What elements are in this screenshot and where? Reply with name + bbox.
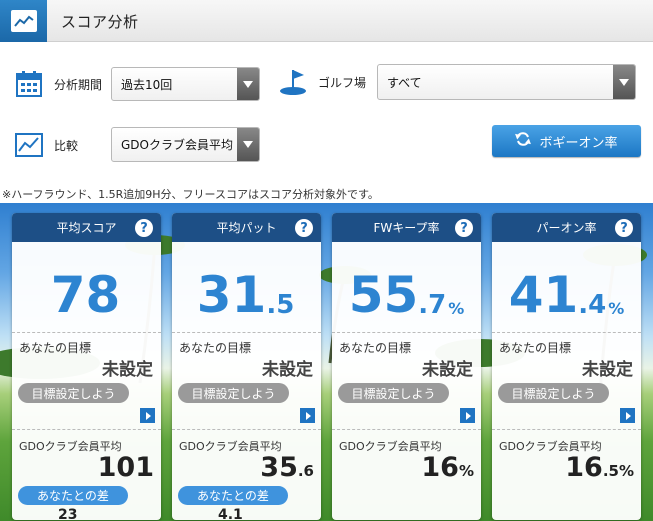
main-value-int: 78 xyxy=(50,266,121,324)
chevron-down-icon xyxy=(237,68,259,100)
card-header: FWキープ率 ? xyxy=(332,213,481,242)
member-average-value: 16.5% xyxy=(565,452,634,483)
bogey-on-rate-button[interactable]: ボギーオン率 xyxy=(492,125,641,157)
card-title: 平均スコア xyxy=(56,221,117,235)
member-average-value: 16% xyxy=(421,452,474,483)
main-value-int: 55 xyxy=(348,266,419,324)
stat-card-par-on-rate: パーオン率 ? 41.4% あなたの目標 未設定 目標設定しよう GDOクラブ会… xyxy=(492,213,641,520)
goal-label: あなたの目標 xyxy=(179,341,252,355)
member-average-value: 101 xyxy=(97,452,154,483)
set-goal-button[interactable]: 目標設定しよう xyxy=(178,383,289,403)
main-value: 41.4% xyxy=(492,242,641,332)
goal-label: あなたの目標 xyxy=(339,341,412,355)
member-average-section: GDOクラブ会員平均 101 あなたとの差 23 xyxy=(12,429,161,520)
main-value-dec: .7 xyxy=(418,290,447,320)
chart-line-icon xyxy=(0,0,47,42)
exclusion-note: ※ハーフラウンド、1.5R追加9H分、フリースコアはスコア分析対象外です。 xyxy=(2,188,379,201)
chevron-right-icon[interactable] xyxy=(460,408,475,423)
compare-select[interactable]: GDOクラブ会員平均 xyxy=(111,127,260,162)
goal-section: あなたの目標 未設定 目標設定しよう xyxy=(492,332,641,429)
period-filter: 分析期間 xyxy=(14,69,102,99)
chevron-right-icon[interactable] xyxy=(620,408,635,423)
period-label: 分析期間 xyxy=(54,77,103,92)
goal-label: あなたの目標 xyxy=(499,341,572,355)
chevron-right-icon[interactable] xyxy=(300,408,315,423)
difference-value: 23 xyxy=(58,507,78,520)
card-header: 平均パット ? xyxy=(172,213,321,242)
page-title: スコア分析 xyxy=(61,13,139,31)
help-icon[interactable]: ? xyxy=(295,219,313,237)
goal-section: あなたの目標 未設定 目標設定しよう xyxy=(332,332,481,429)
goal-value: 未設定 xyxy=(102,360,153,380)
goal-section: あなたの目標 未設定 目標設定しよう xyxy=(172,332,321,429)
goal-section: あなたの目標 未設定 目標設定しよう xyxy=(12,332,161,429)
card-header: パーオン率 ? xyxy=(492,213,641,242)
golf-flag-icon xyxy=(278,67,308,97)
stat-card-fairway-keep-rate: FWキープ率 ? 55.7% あなたの目標 未設定 目標設定しよう GDOクラブ… xyxy=(332,213,481,520)
compare-select-value: GDOクラブ会員平均 xyxy=(121,138,233,152)
goal-label: あなたの目標 xyxy=(19,341,92,355)
chevron-right-icon[interactable] xyxy=(140,408,155,423)
main-value-int: 31 xyxy=(196,266,267,324)
period-select-value: 過去10回 xyxy=(121,77,173,92)
goal-value: 未設定 xyxy=(262,360,313,380)
difference-badge: あなたとの差 xyxy=(18,486,128,505)
main-value: 55.7% xyxy=(332,242,481,332)
main-value: 31.5 xyxy=(172,242,321,332)
card-header: 平均スコア ? xyxy=(12,213,161,242)
chevron-down-icon xyxy=(613,65,635,99)
goal-value: 未設定 xyxy=(582,360,633,380)
card-title: 平均パット xyxy=(216,221,277,235)
main-value: 78 xyxy=(12,242,161,332)
compare-label: 比較 xyxy=(54,138,79,153)
compare-filter: 比較 xyxy=(14,130,78,160)
main-value-unit: % xyxy=(608,299,625,318)
golf-course-label: ゴルフ場 xyxy=(318,75,367,90)
help-icon[interactable]: ? xyxy=(135,219,153,237)
period-select[interactable]: 過去10回 xyxy=(111,67,260,101)
main-value-int: 41 xyxy=(508,266,579,324)
chevron-down-icon xyxy=(237,128,259,161)
refresh-icon xyxy=(515,131,532,151)
member-average-section: GDOクラブ会員平均 35.6 あなたとの差 4.1 xyxy=(172,429,321,520)
golf-course-filter: ゴルフ場 xyxy=(278,67,366,97)
stat-card-average-score: 平均スコア ? 78 あなたの目標 未設定 目標設定しよう GDOクラブ会員平均… xyxy=(12,213,161,520)
main-value-unit: % xyxy=(448,299,465,318)
difference-value: 4.1 xyxy=(218,507,243,520)
member-average-section: GDOクラブ会員平均 16% xyxy=(332,429,481,519)
main-value-dec: .4 xyxy=(578,290,607,320)
stat-card-average-putts: 平均パット ? 31.5 あなたの目標 未設定 目標設定しよう GDOクラブ会員… xyxy=(172,213,321,520)
bogey-on-rate-label: ボギーオン率 xyxy=(539,135,618,151)
member-average-section: GDOクラブ会員平均 16.5% xyxy=(492,429,641,519)
main-value-dec: .5 xyxy=(266,290,295,320)
golf-course-select[interactable]: すべて xyxy=(377,64,636,100)
golf-course-select-value: すべて xyxy=(387,75,422,90)
difference-badge: あなたとの差 xyxy=(178,486,288,505)
calendar-icon xyxy=(14,69,44,99)
set-goal-button[interactable]: 目標設定しよう xyxy=(338,383,449,403)
help-icon[interactable]: ? xyxy=(455,219,473,237)
chart-line-icon xyxy=(14,130,44,160)
page-header: スコア分析 xyxy=(0,0,653,42)
goal-value: 未設定 xyxy=(422,360,473,380)
help-icon[interactable]: ? xyxy=(615,219,633,237)
card-title: FWキープ率 xyxy=(373,221,440,235)
card-title: パーオン率 xyxy=(536,221,597,235)
member-average-value: 35.6 xyxy=(260,452,314,483)
set-goal-button[interactable]: 目標設定しよう xyxy=(18,383,129,403)
set-goal-button[interactable]: 目標設定しよう xyxy=(498,383,609,403)
